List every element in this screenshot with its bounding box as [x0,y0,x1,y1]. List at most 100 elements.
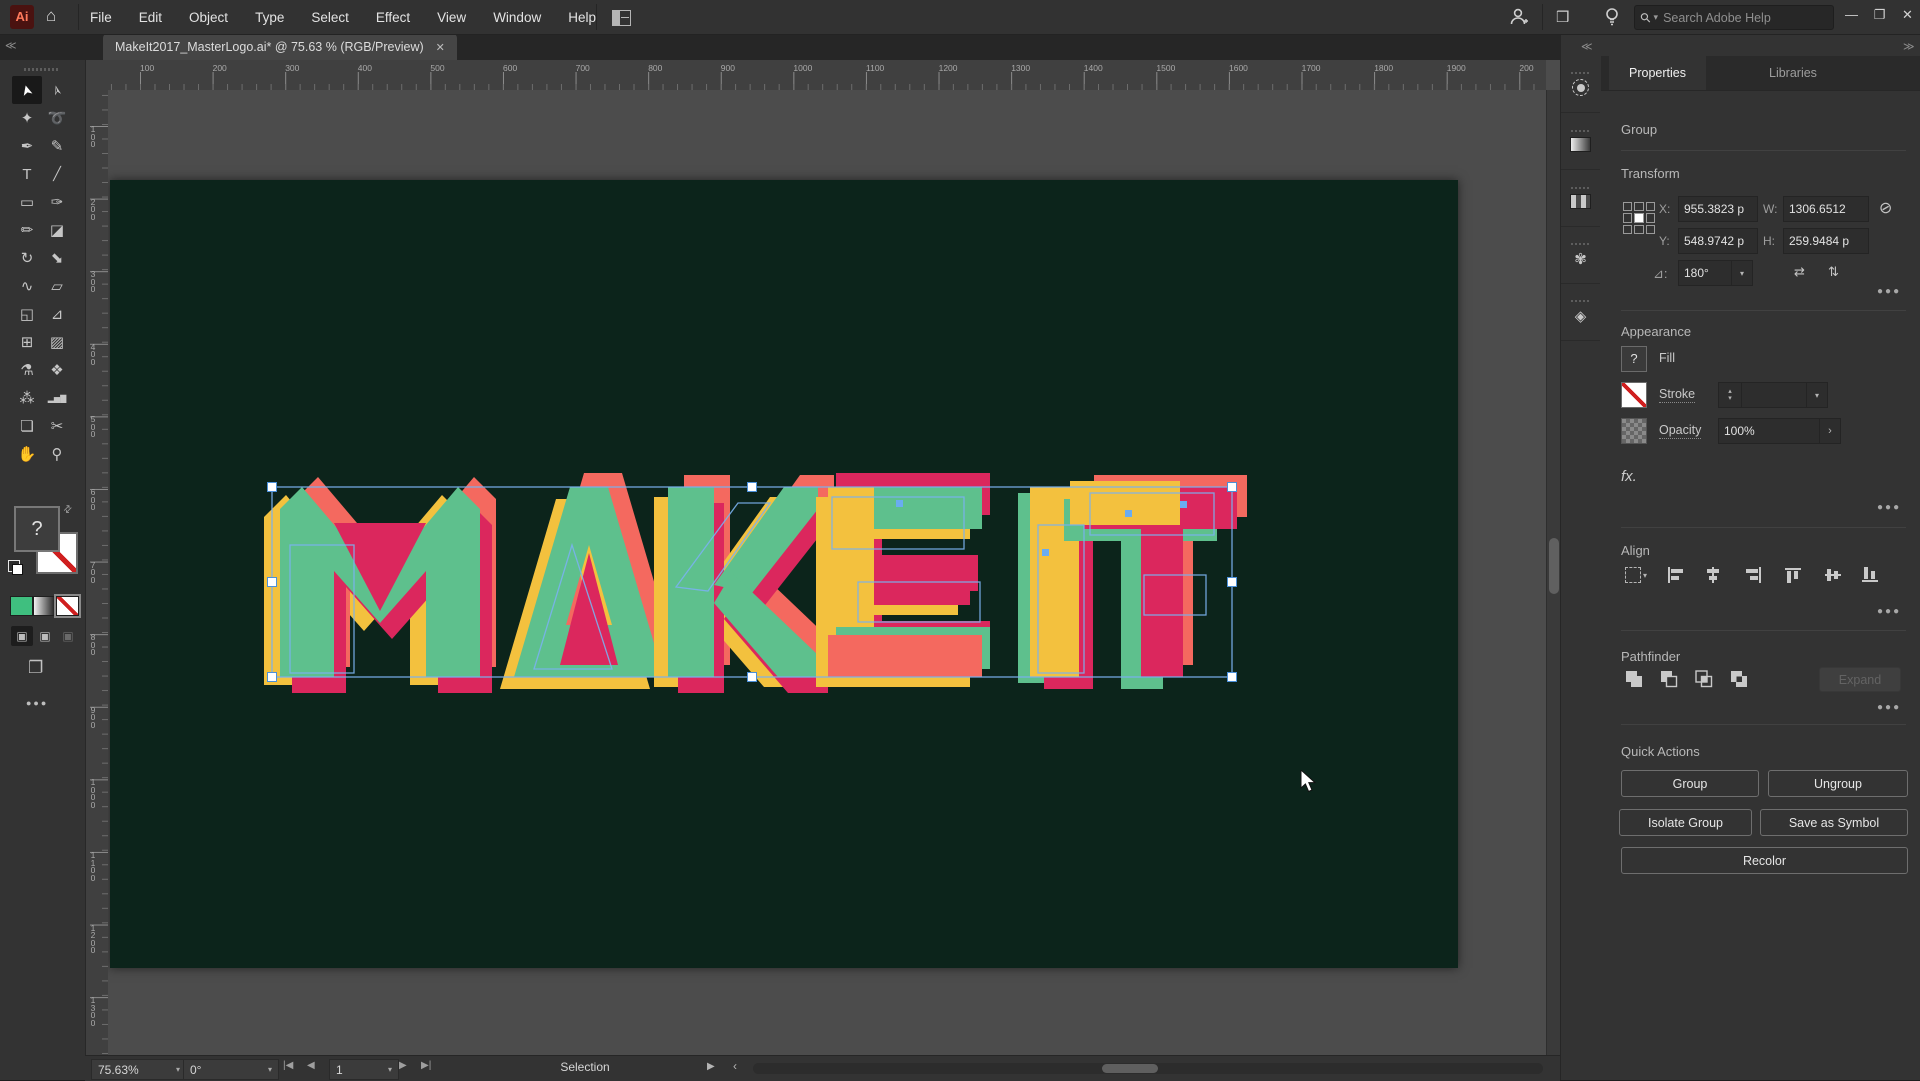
none-mode-button[interactable] [54,594,81,618]
tool-selection[interactable]: ➤ [12,76,42,104]
vertical-scrollbar[interactable] [1546,90,1561,1055]
align-to-dropdown[interactable]: ▾ [1619,563,1653,587]
angle-dropdown-icon[interactable]: ▾ [1731,260,1753,286]
screen-mode-button[interactable]: ❐ [28,658,43,678]
stroke-color-swatch[interactable] [1621,382,1647,408]
tab-close-icon[interactable]: ✕ [436,41,445,54]
rotation-dropdown[interactable]: 0° ▾ [183,1059,279,1080]
menu-select[interactable]: Select [311,10,349,25]
menu-file[interactable]: File [90,10,112,25]
horizontal-scrollbar-thumb[interactable] [1102,1064,1158,1073]
tool-gradient[interactable]: ▨ [42,328,72,356]
link-dimensions-icon[interactable]: ⊘ [1877,197,1895,220]
ungroup-button[interactable]: Ungroup [1768,770,1908,797]
illustrator-app-icon[interactable]: Ai [10,5,34,29]
fill-color-swatch[interactable]: ? [1621,346,1647,372]
restore-button[interactable]: ❐ [1866,0,1893,30]
make-it-logo-artwork[interactable] [264,473,1247,693]
status-flyout-icon[interactable]: ▶ [707,1061,715,1072]
vertical-scrollbar-thumb[interactable] [1549,538,1559,594]
align-vertical-center-button[interactable] [1821,563,1845,587]
transform-more-options[interactable]: ●●● [1877,286,1901,297]
horizontal-ruler[interactable]: 100 200 300 400 500 600 700 800 900 1000 1100 1200 1… [108,60,1546,91]
menu-window[interactable]: Window [493,10,541,25]
vertical-ruler[interactable]: 100 200 300 400 500 600 700 800 900 1000 1100 1200 1… [85,90,109,1055]
tool-column-graph[interactable]: ▂▅▇ [42,384,72,412]
tool-perspective-grid[interactable]: ⊿ [42,300,72,328]
y-input[interactable]: 548.9742 p [1678,228,1758,254]
align-right-button[interactable] [1741,563,1765,587]
last-artboard-icon[interactable]: ▶| [421,1060,431,1071]
home-icon[interactable]: ⌂ [46,6,56,26]
horizontal-scrollbar[interactable] [753,1063,1543,1074]
menu-help[interactable]: Help [568,10,596,25]
stroke-weight-dropdown-icon[interactable]: ▾ [1806,382,1828,408]
search-input[interactable] [1661,9,1796,26]
tool-rotate[interactable]: ↻ [12,244,42,272]
tool-artboard[interactable]: ❏ [12,412,42,440]
collapse-panel-icon[interactable]: ≪ [5,39,17,52]
tool-eraser[interactable]: ◪ [42,216,72,244]
zoom-level-dropdown[interactable]: 75.63% ▾ [91,1059,187,1080]
gradient-panel-button[interactable] [1561,113,1600,170]
pathfinder-more-options[interactable]: ●●● [1877,702,1901,713]
color-mode-button[interactable] [10,596,33,616]
tab-properties[interactable]: Properties [1609,56,1706,90]
prev-artboard-icon[interactable]: ◀ [307,1060,315,1071]
tool-blend[interactable]: ❖ [42,356,72,384]
opacity-label[interactable]: Opacity [1659,423,1702,439]
x-input[interactable]: 955.3823 p [1678,196,1758,222]
fill-swatch[interactable]: ? [14,506,60,552]
opacity-input[interactable]: 100% [1718,418,1822,444]
swap-fill-stroke-icon[interactable]: ⇄ [61,503,75,517]
edit-toolbar-ellipsis[interactable]: ●●● [26,698,48,708]
stroke-weight-stepper[interactable]: ▴ ▾ [1718,382,1742,408]
flip-vertical-icon[interactable]: ⇅ [1828,264,1839,280]
align-bottom-button[interactable] [1858,563,1882,587]
close-button[interactable]: ✕ [1894,0,1920,30]
lightbulb-icon[interactable] [1602,6,1622,28]
tool-hand[interactable]: ✋ [12,440,42,468]
align-horizontal-center-button[interactable] [1701,563,1725,587]
recolor-button[interactable]: Recolor [1621,847,1908,874]
group-button[interactable]: Group [1621,770,1759,797]
align-left-button[interactable] [1664,563,1688,587]
account-icon[interactable] [1508,6,1530,28]
opacity-swatch[interactable] [1621,418,1647,444]
appearance-more-options[interactable]: ●●● [1877,502,1901,513]
tool-direct-selection[interactable]: ➢ [42,76,72,104]
first-artboard-icon[interactable]: |◀ [283,1060,293,1071]
opacity-flyout-icon[interactable]: › [1819,418,1841,444]
help-search[interactable]: ⚲ ▾ [1634,5,1834,30]
toolbar-grip[interactable] [24,68,60,71]
menu-edit[interactable]: Edit [139,10,162,25]
tool-eyedropper[interactable]: ⚗ [12,356,42,384]
draw-normal-button[interactable]: ▣ [11,626,33,646]
tab-libraries[interactable]: Libraries [1749,56,1837,90]
next-artboard-icon[interactable]: ▶ [399,1060,407,1071]
minimize-button[interactable]: — [1838,0,1865,30]
menu-object[interactable]: Object [189,10,228,25]
h-input[interactable]: 259.9484 p [1783,228,1869,254]
ruler-origin-box[interactable] [85,60,109,91]
flip-horizontal-icon[interactable]: ⇄ [1794,264,1805,280]
tool-zoom[interactable]: ⚲ [42,440,72,468]
arrange-documents-icon[interactable]: ❒ [1556,8,1569,26]
tool-mesh[interactable]: ⊞ [12,328,42,356]
swatches-panel-button[interactable] [1561,170,1600,227]
draw-inside-button[interactable]: ▣ [57,626,79,646]
menu-view[interactable]: View [437,10,466,25]
tool-pen[interactable]: ✒ [12,132,42,160]
artboard-number-dropdown[interactable]: 1 ▾ [329,1059,399,1080]
tool-line-segment[interactable]: ╱ [42,160,72,188]
pathfinder-minus-front-button[interactable] [1656,666,1682,692]
tool-type[interactable]: T [12,160,42,188]
save-as-symbol-button[interactable]: Save as Symbol [1760,809,1908,836]
pathfinder-unite-button[interactable] [1621,666,1647,692]
menu-effect[interactable]: Effect [376,10,410,25]
tool-magic-wand[interactable]: ✦ [12,104,42,132]
align-top-button[interactable] [1781,563,1805,587]
tool-width[interactable]: ∿ [12,272,42,300]
tool-rectangle[interactable]: ▭ [12,188,42,216]
expand-dock-icon[interactable]: ≫ [1903,40,1915,53]
